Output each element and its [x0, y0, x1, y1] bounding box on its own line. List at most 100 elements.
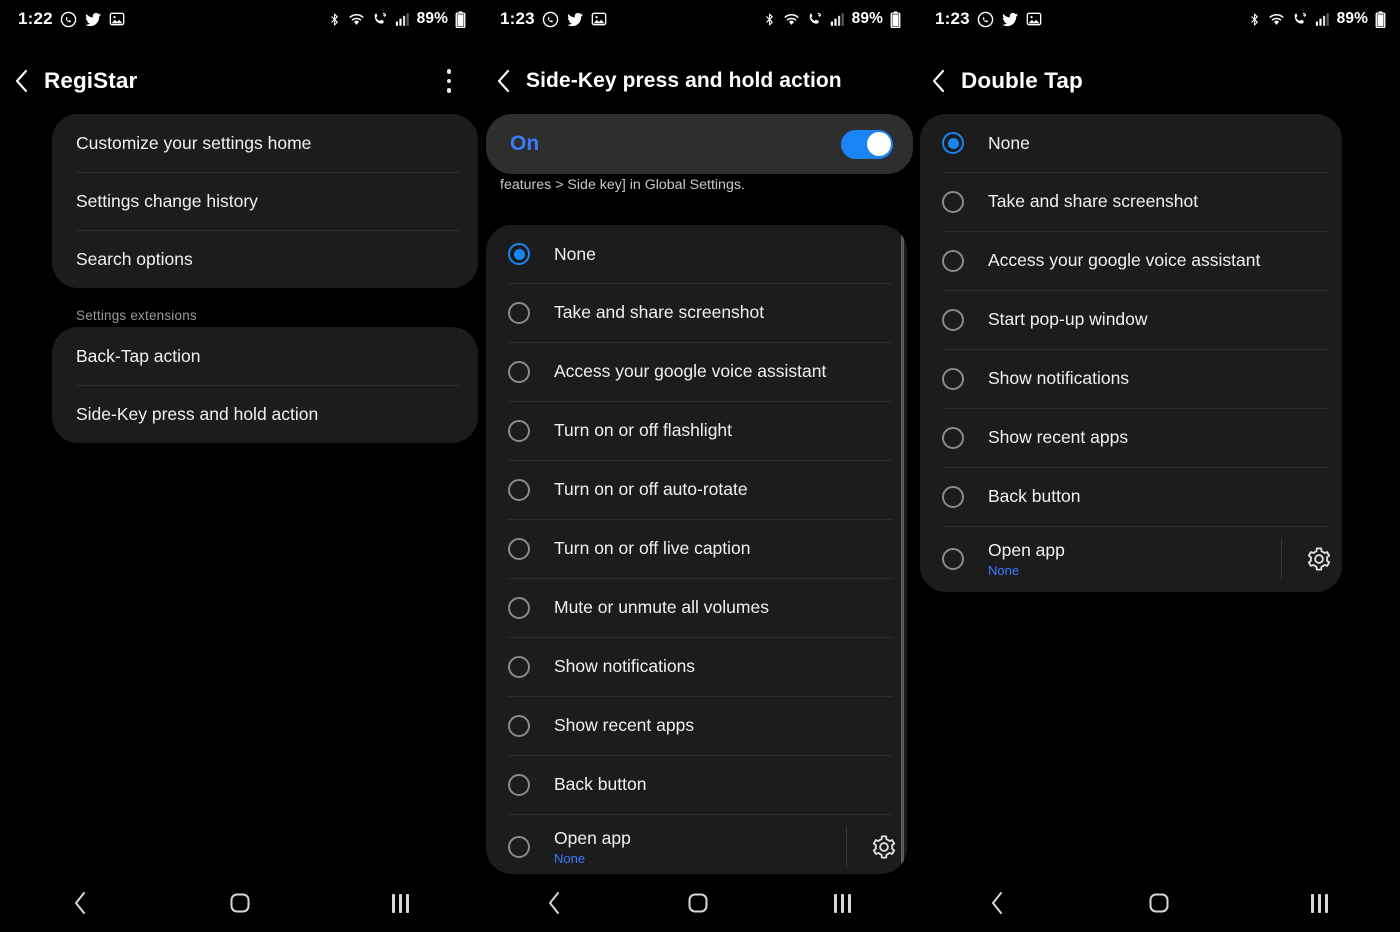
status-bar-right: 89%: [763, 10, 901, 28]
nav-recents-icon[interactable]: [365, 880, 435, 926]
navigation-bar: [0, 874, 480, 932]
option-row-live-caption[interactable]: Turn on or off live caption: [486, 519, 907, 578]
phone-screen-registar: 1:22 89% RegiStar Customize your setting…: [0, 0, 480, 932]
radio-icon[interactable]: [508, 360, 530, 383]
radio-icon[interactable]: [942, 367, 964, 390]
radio-icon[interactable]: [942, 132, 964, 154]
radio-icon[interactable]: [942, 308, 964, 331]
nav-home-icon[interactable]: [205, 880, 275, 926]
option-row-screenshot[interactable]: Take and share screenshot: [920, 172, 1342, 231]
nav-back-icon[interactable]: [963, 880, 1033, 926]
twitter-icon: [1001, 11, 1019, 28]
navigation-bar: [482, 874, 915, 932]
back-chevron-icon[interactable]: [0, 68, 44, 94]
wifi-icon: [348, 12, 365, 27]
sidebar-item-customize-home[interactable]: Customize your settings home: [52, 114, 478, 172]
signal-icon: [830, 12, 845, 27]
master-toggle-switch[interactable]: [841, 129, 893, 159]
option-label: Access your google voice assistant: [554, 361, 827, 382]
nav-recents-icon[interactable]: [808, 880, 878, 926]
option-label: Turn on or off flashlight: [554, 420, 733, 441]
radio-icon[interactable]: [508, 537, 530, 560]
option-row-back-button[interactable]: Back button: [920, 467, 1342, 526]
radio-icon[interactable]: [508, 773, 530, 796]
option-row-popup-window[interactable]: Start pop-up window: [920, 290, 1342, 349]
signal-icon: [395, 12, 410, 27]
twitter-icon: [84, 11, 102, 28]
option-row-auto-rotate[interactable]: Turn on or off auto-rotate: [486, 460, 907, 519]
option-row-voice-assistant[interactable]: Access your google voice assistant: [920, 231, 1342, 290]
option-row-recent-apps[interactable]: Show recent apps: [920, 408, 1342, 467]
master-toggle-label: On: [510, 132, 540, 155]
option-row-voice-assistant[interactable]: Access your google voice assistant: [486, 342, 907, 401]
call-icon: [372, 11, 388, 27]
option-label: Open app: [554, 827, 631, 848]
nav-home-icon[interactable]: [663, 880, 733, 926]
radio-icon[interactable]: [942, 426, 964, 449]
radio-icon[interactable]: [508, 596, 530, 619]
back-chevron-icon[interactable]: [482, 68, 526, 94]
row-accessory: [846, 814, 907, 874]
option-sublabel: None: [988, 563, 1020, 579]
nav-back-icon[interactable]: [519, 880, 589, 926]
row-accessory: [1281, 526, 1342, 592]
status-time: 1:22: [18, 9, 53, 28]
option-row-show-notifications[interactable]: Show notifications: [920, 349, 1342, 408]
option-row-flashlight[interactable]: Turn on or off flashlight: [486, 401, 907, 460]
call-icon: [807, 11, 823, 27]
master-toggle-row[interactable]: On: [486, 114, 913, 174]
battery-icon: [455, 10, 466, 28]
status-bar: 1:22 89%: [0, 0, 480, 38]
bluetooth-icon: [1248, 11, 1261, 28]
sidebar-item-side-key-action[interactable]: Side-Key press and hold action: [52, 385, 478, 443]
radio-icon[interactable]: [508, 301, 530, 324]
status-bar-right: 89%: [1248, 10, 1386, 28]
radio-icon[interactable]: [942, 190, 964, 213]
radio-icon[interactable]: [942, 548, 964, 570]
options-card: None Take and share screenshot Access yo…: [920, 114, 1342, 592]
overflow-menu-icon[interactable]: [432, 62, 466, 100]
radio-icon[interactable]: [508, 714, 530, 737]
radio-icon[interactable]: [942, 249, 964, 272]
option-row-mute-volumes[interactable]: Mute or unmute all volumes: [486, 578, 907, 637]
radio-icon[interactable]: [508, 478, 530, 501]
battery-icon: [890, 10, 901, 28]
radio-icon[interactable]: [508, 419, 530, 442]
option-row-back-button[interactable]: Back button: [486, 755, 907, 814]
radio-icon[interactable]: [508, 655, 530, 678]
option-row-open-app[interactable]: Open app None: [920, 526, 1342, 592]
nav-home-icon[interactable]: [1124, 880, 1194, 926]
bluetooth-icon: [763, 11, 776, 28]
status-time: 1:23: [500, 9, 535, 28]
app-bar: RegiStar: [0, 50, 480, 112]
back-chevron-icon[interactable]: [917, 68, 961, 94]
option-row-none[interactable]: None: [486, 225, 907, 283]
sidebar-item-search-options[interactable]: Search options: [52, 230, 478, 288]
gear-icon[interactable]: [1296, 546, 1342, 572]
settings-card-main: Customize your settings home Settings ch…: [52, 114, 478, 288]
option-row-show-notifications[interactable]: Show notifications: [486, 637, 907, 696]
page-title: Double Tap: [961, 68, 1083, 93]
radio-icon[interactable]: [942, 485, 964, 508]
sidebar-item-back-tap-action[interactable]: Back-Tap action: [52, 327, 478, 385]
whatsapp-icon: [977, 11, 994, 28]
option-row-none[interactable]: None: [920, 114, 1342, 172]
option-label: Show recent apps: [988, 427, 1129, 448]
option-label: Back button: [554, 774, 647, 795]
option-label: Start pop-up window: [988, 309, 1148, 330]
option-row-recent-apps[interactable]: Show recent apps: [486, 696, 907, 755]
scrollbar-thumb[interactable]: [901, 231, 904, 871]
radio-icon[interactable]: [508, 836, 530, 858]
gallery-icon: [109, 11, 125, 27]
screenshot-stage: 1:22 89% RegiStar Customize your setting…: [0, 0, 1400, 932]
page-title: Side-Key press and hold action: [526, 69, 842, 92]
option-row-screenshot[interactable]: Take and share screenshot: [486, 283, 907, 342]
radio-icon[interactable]: [508, 243, 530, 265]
nav-recents-icon[interactable]: [1285, 880, 1355, 926]
sidebar-item-settings-history[interactable]: Settings change history: [52, 172, 478, 230]
option-label: None: [988, 132, 1030, 153]
status-bar-left: 1:22: [18, 9, 125, 29]
row-label: Customize your settings home: [76, 132, 312, 153]
nav-back-icon[interactable]: [45, 880, 115, 926]
option-row-open-app[interactable]: Open app None: [486, 814, 907, 874]
